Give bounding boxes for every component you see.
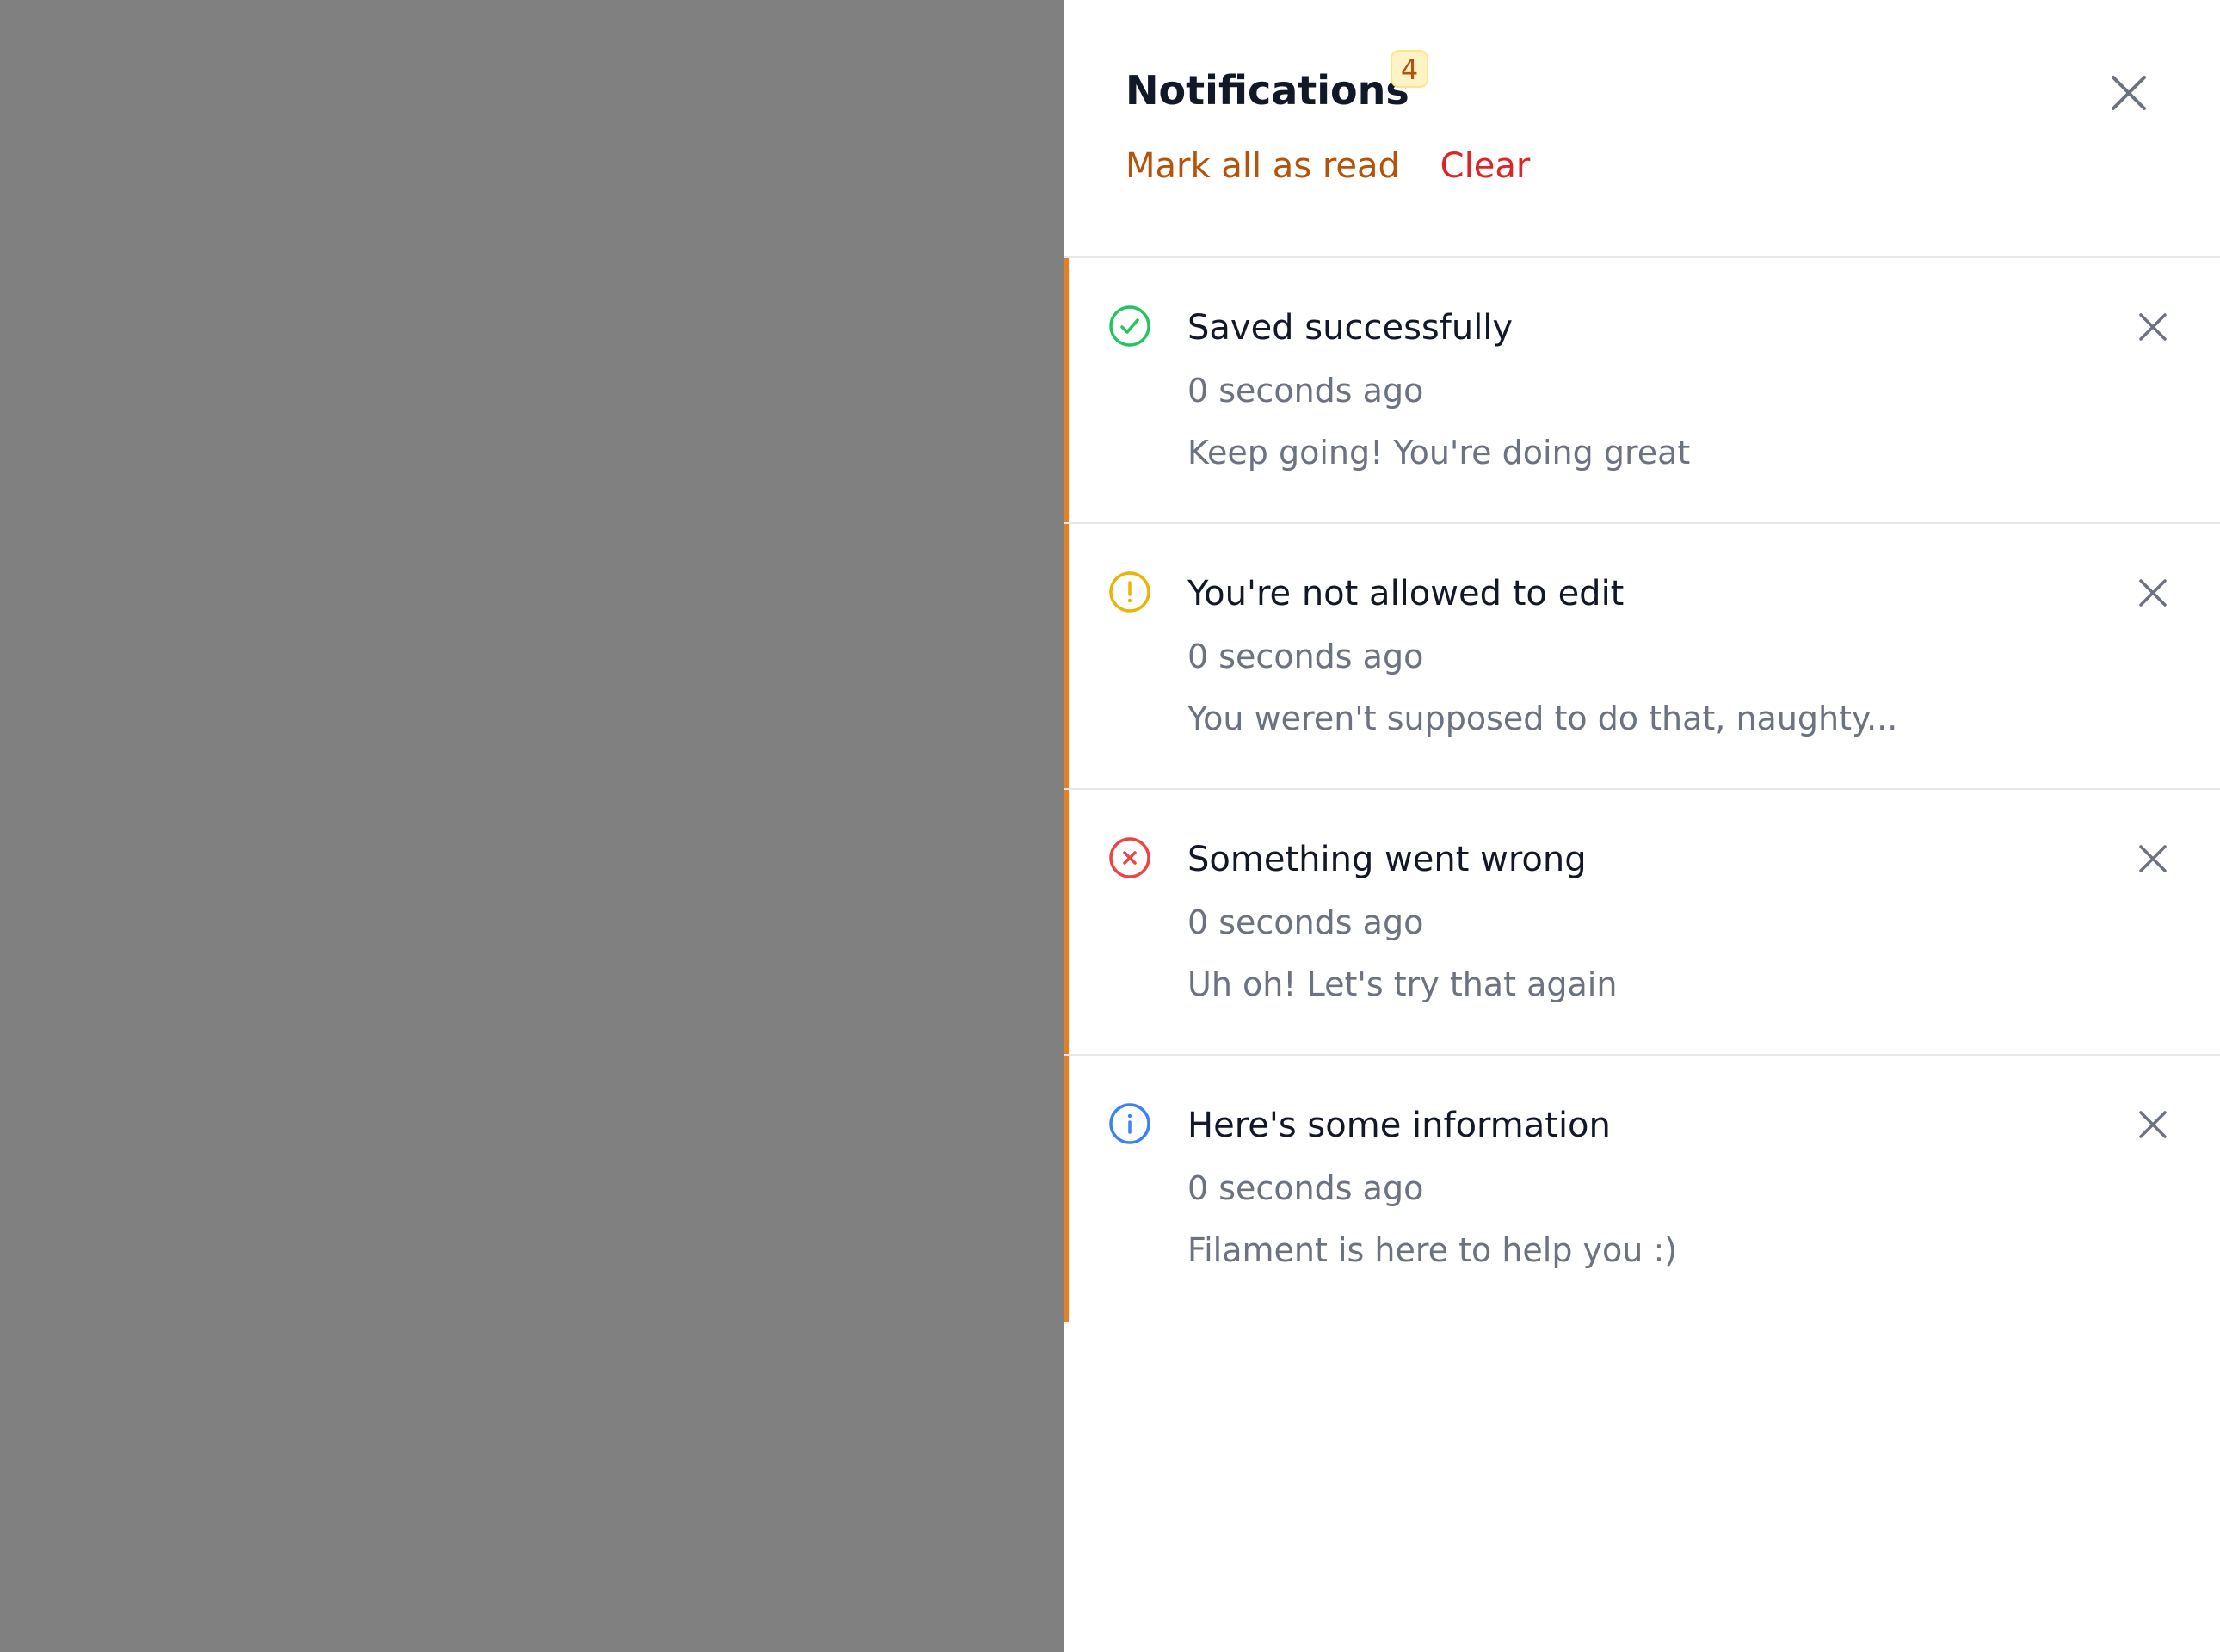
notifications-panel: Notifications 4 Mark all as read Clear S… [1064, 0, 2220, 1652]
info-circle-icon [1107, 1100, 1153, 1147]
close-panel-button[interactable] [2105, 69, 2153, 117]
notification-body: Keep going! You're doing great [1187, 434, 1691, 472]
app-root: Notifications 4 Mark all as read Clear S… [0, 0, 2220, 1652]
notification-time: 0 seconds ago [1187, 638, 1424, 675]
notification-time: 0 seconds ago [1187, 372, 1424, 410]
unread-indicator [1064, 524, 1069, 788]
notification-item: You're not allowed to edit 0 seconds ago… [1064, 524, 2220, 790]
close-icon [2112, 76, 2146, 110]
unread-indicator [1064, 1056, 1069, 1322]
notification-item: Something went wrong 0 seconds ago Uh oh… [1064, 790, 2220, 1056]
close-icon [2139, 845, 2167, 872]
exclamation-circle-icon [1107, 569, 1153, 615]
x-circle-icon [1107, 835, 1153, 881]
notification-item: Saved successfully 0 seconds ago Keep go… [1064, 258, 2220, 524]
dismiss-notification-button[interactable] [2134, 840, 2172, 878]
notification-time: 0 seconds ago [1187, 903, 1424, 941]
header-actions: Mark all as read Clear [1125, 146, 1530, 186]
notification-title: You're not allowed to edit [1187, 574, 1625, 613]
notification-title: Here's some information [1187, 1106, 1611, 1145]
close-icon [2139, 1111, 2167, 1138]
close-icon [2139, 579, 2167, 607]
notifications-header: Notifications 4 Mark all as read Clear [1064, 0, 2220, 258]
modal-backdrop[interactable] [0, 0, 1064, 1652]
notification-body: You weren't supposed to do that, naughty… [1187, 700, 1898, 737]
close-icon [2139, 313, 2167, 341]
dismiss-notification-button[interactable] [2134, 574, 2172, 612]
notifications-list: Saved successfully 0 seconds ago Keep go… [1064, 258, 2220, 1322]
panel-title: Notifications [1125, 67, 1409, 114]
unread-indicator [1064, 790, 1069, 1054]
mark-all-read-button[interactable]: Mark all as read [1125, 146, 1400, 186]
unread-indicator [1064, 258, 1069, 522]
notification-title: Something went wrong [1187, 840, 1587, 879]
clear-button[interactable]: Clear [1440, 146, 1531, 186]
notification-body: Uh oh! Let's try that again [1187, 965, 1618, 1003]
dismiss-notification-button[interactable] [2134, 308, 2172, 346]
check-circle-icon [1107, 303, 1153, 349]
notification-body: Filament is here to help you :) [1187, 1231, 1678, 1269]
unread-count-badge: 4 [1391, 50, 1428, 88]
dismiss-notification-button[interactable] [2134, 1106, 2172, 1143]
notification-title: Saved successfully [1187, 308, 1514, 348]
notification-item: Here's some information 0 seconds ago Fi… [1064, 1056, 2220, 1322]
notification-time: 0 seconds ago [1187, 1169, 1424, 1207]
